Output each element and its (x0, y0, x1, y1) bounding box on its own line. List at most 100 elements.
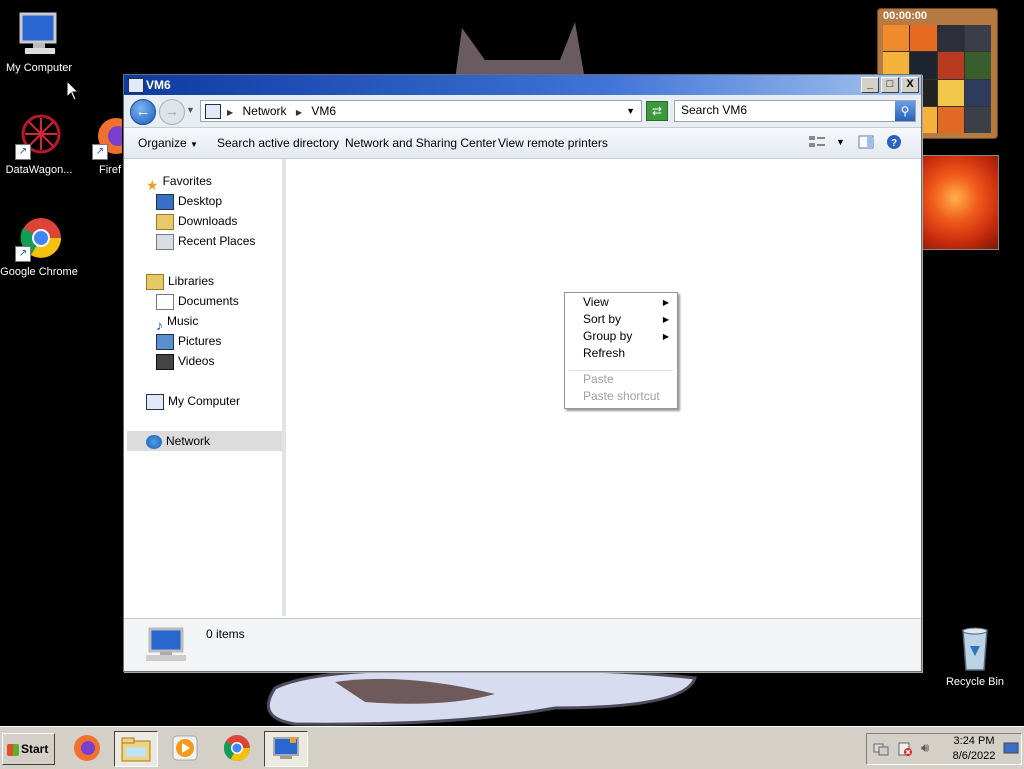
nav-item-network[interactable]: Network (127, 431, 282, 451)
datawagon-icon: ↗ (15, 112, 63, 160)
desktop-icon (156, 193, 174, 210)
shortcut-arrow-icon: ↗ (15, 246, 31, 262)
taskbar-explorer[interactable] (114, 731, 158, 767)
action-center-icon[interactable] (897, 741, 913, 760)
downloads-icon (156, 213, 174, 230)
refresh-icon[interactable]: ⇄ (646, 101, 668, 121)
chevron-down-icon[interactable]: ▼ (626, 101, 635, 121)
computer-icon (146, 393, 164, 410)
recycle-bin-icon (951, 624, 999, 672)
help-icon[interactable]: ? (886, 134, 904, 152)
folder-icon (121, 737, 151, 762)
navigation-pane: ★ Favorites Desktop Downloads Recent Plac… (124, 159, 286, 616)
wallpaper-bottom (266, 668, 698, 726)
address-field[interactable]: ▶ Network ▶ VM6 ▼ (200, 100, 642, 122)
chevron-right-icon: ▶ (662, 315, 669, 324)
close-button[interactable]: X (901, 77, 919, 93)
slideshow-gadget[interactable] (920, 156, 998, 249)
computer-icon (15, 10, 63, 58)
taskbar: Start 🔊︎ 3:24 PM 8/6/2022 (0, 726, 1024, 769)
nav-item-downloads[interactable]: Downloads (156, 211, 237, 231)
network-icon (205, 104, 221, 119)
network-computer-icon (273, 737, 299, 759)
wallpaper-ears (455, 22, 585, 80)
documents-icon (156, 293, 174, 310)
nav-item-favorites[interactable]: ★ Favorites (146, 171, 212, 193)
window-body: ★ Favorites Desktop Downloads Recent Plac… (124, 159, 921, 616)
taskbar-firefox[interactable] (66, 731, 108, 765)
shortcut-arrow-icon: ↗ (15, 144, 31, 160)
desktop-icon-datawagon[interactable]: ↗ DataWagon... (0, 112, 78, 176)
item-count: 0 items (206, 627, 245, 641)
network-tray-icon[interactable] (873, 741, 889, 760)
show-desktop-icon[interactable] (1003, 740, 1019, 759)
view-remote-printers-button[interactable]: View remote printers (498, 136, 608, 150)
star-icon: ★ (146, 176, 159, 193)
volume-icon[interactable]: 🔊︎ (921, 740, 929, 756)
details-pane: 0 items (124, 618, 921, 671)
menu-item-sort-by[interactable]: Sort by ▶ (583, 311, 671, 328)
breadcrumb-network[interactable]: Network (243, 104, 287, 118)
desktop-icon-label: DataWagon... (5, 164, 73, 176)
nav-item-videos[interactable]: Videos (156, 351, 214, 371)
window-titlebar[interactable]: VM6 _ □ X (124, 75, 921, 95)
start-button[interactable]: Start (2, 733, 55, 765)
desktop-icon-label: Google Chrome (0, 266, 78, 278)
search-active-directory-button[interactable]: Search active directory (217, 136, 339, 150)
firefox-icon: ↗ (92, 112, 122, 160)
nav-item-documents[interactable]: Documents (156, 291, 239, 311)
recent-pages-dropdown[interactable]: ▼ (186, 105, 195, 115)
menu-item-refresh[interactable]: Refresh (583, 345, 671, 362)
nav-item-recent-places[interactable]: Recent Places (156, 231, 255, 251)
view-options-icon[interactable] (808, 134, 828, 152)
maximize-button[interactable]: □ (881, 77, 899, 93)
taskbar-network-window[interactable] (264, 731, 308, 767)
search-box[interactable]: ⚲ (674, 100, 916, 122)
mouse-cursor-icon (66, 80, 80, 101)
desktop-icon-recycle-bin[interactable]: Recycle Bin (936, 624, 1014, 688)
clock-date: 8/6/2022 (952, 750, 996, 762)
chrome-icon: ↗ (15, 214, 63, 262)
desktop-icon-my-computer[interactable]: My Computer (0, 10, 78, 74)
media-player-icon (172, 735, 198, 761)
organize-button[interactable]: Organize ▼ (138, 136, 198, 150)
menu-item-view[interactable]: View ▶ (583, 294, 671, 311)
windows-flag-icon (7, 743, 19, 756)
breadcrumb-vm6[interactable]: VM6 (311, 104, 336, 118)
libraries-icon (146, 273, 164, 290)
context-menu: View ▶ Sort by ▶ Group by ▶ Refresh Paste P… (564, 292, 678, 409)
puzzle-timer: 00:00:00 (883, 10, 928, 22)
nav-item-my-computer[interactable]: My Computer (146, 391, 240, 411)
back-button[interactable]: ← (130, 99, 156, 125)
nav-item-libraries[interactable]: Libraries (146, 271, 214, 291)
search-icon[interactable]: ⚲ (895, 101, 915, 121)
forward-button[interactable]: → (159, 99, 185, 125)
taskbar-media-player[interactable] (164, 731, 206, 765)
taskbar-chrome[interactable] (216, 731, 258, 765)
nav-item-desktop[interactable]: Desktop (156, 191, 222, 211)
search-input[interactable] (675, 101, 897, 119)
preview-pane-icon[interactable] (858, 134, 876, 152)
command-bar: Organize ▼ Search active directory Netwo… (124, 128, 921, 159)
clock[interactable]: 3:24 PM 8/6/2022 (947, 734, 1001, 764)
menu-item-group-by[interactable]: Group by ▶ (583, 328, 671, 345)
chevron-right-icon[interactable]: ▶ (296, 108, 302, 117)
window-title: VM6 (146, 78, 171, 92)
nav-item-pictures[interactable]: Pictures (156, 331, 221, 351)
network-sharing-center-button[interactable]: Network and Sharing Center (345, 136, 496, 150)
computer-icon (144, 627, 188, 663)
chevron-down-icon[interactable]: ▼ (836, 137, 845, 155)
minimize-button[interactable]: _ (861, 77, 879, 93)
desktop-icon-label: My Computer (5, 62, 73, 74)
menu-item-paste[interactable]: Paste (583, 371, 671, 388)
svg-text:?: ? (891, 138, 897, 149)
chevron-right-icon[interactable]: ▶ (227, 108, 233, 117)
menu-item-paste-shortcut[interactable]: Paste shortcut (583, 388, 671, 405)
videos-icon (156, 353, 174, 370)
desktop-icon-firefox[interactable]: ↗ Firef (76, 112, 122, 176)
shortcut-arrow-icon: ↗ (92, 144, 108, 160)
recent-places-icon (156, 233, 174, 250)
music-icon: ♪ (156, 316, 163, 333)
desktop-icon-google-chrome[interactable]: ↗ Google Chrome (0, 214, 78, 278)
nav-item-music[interactable]: ♪ Music (156, 311, 198, 333)
